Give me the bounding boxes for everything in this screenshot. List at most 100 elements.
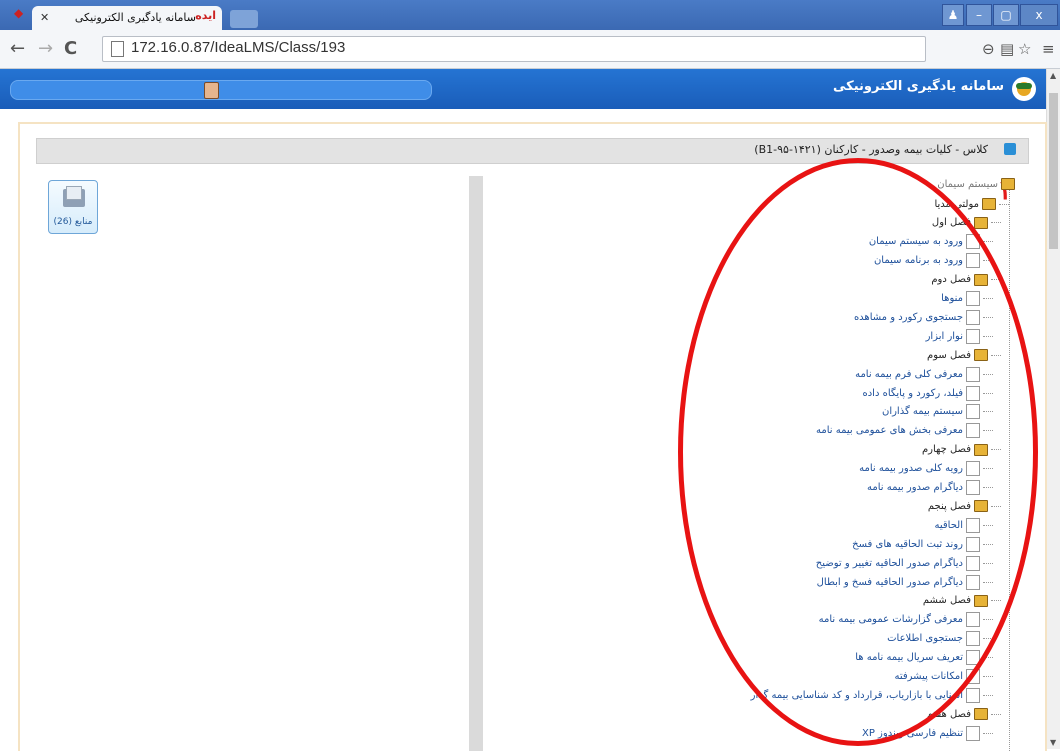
tree-label: آشنایی با بازاریاب، قرارداد و کد شناسایی… bbox=[750, 689, 963, 701]
tree-connector bbox=[999, 203, 1009, 205]
tree-item[interactable]: معرفی گزارشات عمومی بیمه نامه bbox=[819, 612, 993, 628]
tree-chapter[interactable]: مولتی مدیا bbox=[934, 196, 1009, 212]
user-icon[interactable]: ♟ bbox=[942, 4, 964, 26]
scroll-down-icon[interactable]: ▼ bbox=[1050, 738, 1056, 747]
forward-icon[interactable]: → bbox=[38, 38, 53, 59]
maximize-button[interactable]: ▢ bbox=[993, 4, 1019, 26]
tree-label: مولتی مدیا bbox=[934, 198, 979, 210]
tree-item[interactable]: آشنایی با بازاریاب، قرارداد و کد شناسایی… bbox=[751, 687, 993, 703]
tree-item[interactable]: ورود به برنامه سیمان bbox=[874, 253, 993, 269]
window-close-button[interactable]: x bbox=[1020, 4, 1058, 26]
tree-item[interactable]: منوها bbox=[941, 291, 993, 307]
panel-divider[interactable] bbox=[469, 176, 483, 751]
page-icon bbox=[966, 404, 980, 420]
tree-label: سیستم بیمه گذاران bbox=[881, 406, 963, 418]
app-logo-icon bbox=[1012, 77, 1036, 101]
scroll-thumb[interactable] bbox=[1049, 93, 1058, 249]
tree-chapter[interactable]: فصل سوم bbox=[927, 347, 1001, 363]
tree-connector bbox=[983, 392, 993, 394]
page-icon bbox=[966, 631, 980, 647]
folder-icon bbox=[974, 443, 988, 456]
tree-chapter[interactable]: فصل پنجم bbox=[928, 498, 1001, 514]
tree-label: فصل پنجم bbox=[927, 500, 971, 512]
tree-item[interactable]: معرفی کلی فرم بیمه نامه bbox=[855, 366, 993, 382]
class-header: کلاس - کلیات بیمه وصدور - کارکنان (۱۴۲۱-… bbox=[36, 138, 1029, 164]
tree-label: معرفی بخش های عمومی بیمه نامه bbox=[816, 425, 963, 437]
tree-chapter[interactable]: فصل اول bbox=[932, 215, 1001, 231]
minimize-button[interactable]: – bbox=[966, 4, 992, 26]
tree-label: دیاگرام صدور الحاقیه تغییر و توضیح bbox=[815, 557, 963, 569]
tree-chapter[interactable]: فصل دوم bbox=[931, 272, 1001, 288]
tree-label: فیلد، رکورد و پایگاه داده bbox=[862, 387, 963, 399]
back-icon[interactable]: ← bbox=[10, 38, 25, 59]
scroll-up-icon[interactable]: ▲ bbox=[1050, 71, 1056, 80]
url-text: 172.16.0.87/IdeaLMS/Class/193 bbox=[131, 39, 346, 56]
user-bar[interactable] bbox=[10, 80, 432, 100]
tree-chapter[interactable]: فصل هفتم bbox=[927, 706, 1001, 722]
app-header: سامانه یادگیری الکترونیکی bbox=[0, 69, 1046, 109]
tree-label: تعریف سریال بیمه نامه ها bbox=[855, 652, 963, 664]
tree-connector bbox=[991, 505, 1001, 507]
resources-button[interactable]: منابع (26) bbox=[48, 180, 98, 234]
tree-item[interactable]: معرفی بخش های عمومی بیمه نامه bbox=[816, 423, 993, 439]
page-icon bbox=[966, 291, 980, 306]
page-icon bbox=[966, 480, 980, 495]
folder-icon bbox=[974, 216, 988, 229]
tree-item[interactable]: رویه کلی صدور بیمه نامه bbox=[859, 461, 993, 477]
page-scrollbar[interactable]: ▲ ▼ bbox=[1046, 69, 1060, 749]
tree-item[interactable]: تعریف سریال بیمه نامه ها bbox=[855, 650, 993, 666]
folder-icon bbox=[974, 349, 988, 362]
tree-label: دیاگرام صدور الحاقیه فسخ و ابطال bbox=[816, 576, 963, 588]
tree-item[interactable]: دیاگرام صدور الحاقیه فسخ و ابطال bbox=[817, 574, 993, 590]
tree-connector bbox=[983, 581, 993, 583]
reload-icon[interactable]: C bbox=[64, 38, 77, 59]
tree-label: روند ثبت الحاقیه های فسخ bbox=[852, 538, 963, 550]
back-arrow-icon[interactable] bbox=[1004, 143, 1016, 155]
tree-item[interactable]: جستجوی اطلاعات bbox=[887, 631, 993, 647]
tree-item[interactable]: دیاگرام صدور الحاقیه تغییر و توضیح bbox=[816, 555, 993, 571]
tree-item[interactable]: ورود به سیستم سیمان bbox=[869, 234, 993, 250]
tree-item[interactable]: روند ثبت الحاقیه های فسخ bbox=[852, 536, 993, 552]
tree-connector bbox=[983, 638, 993, 640]
tree-connector bbox=[991, 600, 1001, 602]
tree-connector bbox=[983, 316, 993, 318]
tree-item[interactable]: الحاقیه bbox=[935, 517, 993, 533]
browser-tab[interactable]: ✕ سامانه یادگیری الکترونیکی ایده bbox=[32, 6, 222, 30]
tree-label: فصل دوم bbox=[931, 274, 971, 286]
tree-label: فصل اول bbox=[931, 217, 971, 229]
folder-icon bbox=[982, 198, 996, 210]
tree-connector bbox=[983, 468, 993, 470]
tree-connector bbox=[983, 335, 993, 337]
folder-icon bbox=[974, 500, 988, 513]
tree-label: فصل سوم bbox=[927, 349, 971, 361]
tree-connector bbox=[983, 411, 993, 413]
tree-label: معرفی گزارشات عمومی بیمه نامه bbox=[818, 614, 963, 626]
tree-connector bbox=[991, 354, 1001, 356]
tree-chapter[interactable]: فصل چهارم bbox=[922, 442, 1001, 458]
tree-item[interactable]: جستجوی رکورد و مشاهده bbox=[854, 309, 993, 325]
avatar[interactable] bbox=[204, 82, 219, 99]
tree-chapter[interactable]: فصل ششم bbox=[923, 593, 1001, 609]
tree-connector bbox=[983, 543, 993, 545]
tree-label: ورود به سیستم سیمان bbox=[868, 236, 963, 248]
tab-favicon: ایده bbox=[195, 9, 216, 22]
tree-item[interactable]: فیلد، رکورد و پایگاه داده bbox=[862, 385, 993, 401]
tree-connector bbox=[983, 657, 993, 659]
tree-item[interactable]: سیستم بیمه گذاران bbox=[882, 404, 993, 420]
bookmark-star-icon[interactable]: ☆ bbox=[1018, 40, 1031, 58]
page-icon bbox=[966, 461, 980, 477]
resources-label: منابع (26) bbox=[53, 217, 93, 227]
zoom-icon[interactable]: ⊖ bbox=[982, 40, 995, 58]
close-tab-icon[interactable]: ✕ bbox=[40, 11, 49, 24]
page-icon bbox=[966, 555, 980, 571]
tree-item[interactable]: دیاگرام صدور بیمه نامه bbox=[867, 480, 993, 496]
menu-icon[interactable]: ≡ bbox=[1042, 40, 1055, 58]
new-tab-button[interactable] bbox=[230, 10, 258, 28]
address-bar[interactable]: 172.16.0.87/IdeaLMS/Class/193 bbox=[102, 36, 926, 62]
tree-root[interactable]: سیستم سیمان bbox=[937, 176, 1015, 192]
tree-item[interactable]: تنظیم فارسی ویندوز XP bbox=[862, 725, 993, 741]
browser-titlebar: ◆ ✕ سامانه یادگیری الکترونیکی ایده ♟ – ▢… bbox=[0, 0, 1060, 30]
translate-icon[interactable]: ▤ bbox=[1000, 40, 1014, 58]
tree-item[interactable]: امکانات پیشرفته bbox=[894, 669, 993, 685]
tree-item[interactable]: نوار ابزار bbox=[926, 328, 993, 344]
